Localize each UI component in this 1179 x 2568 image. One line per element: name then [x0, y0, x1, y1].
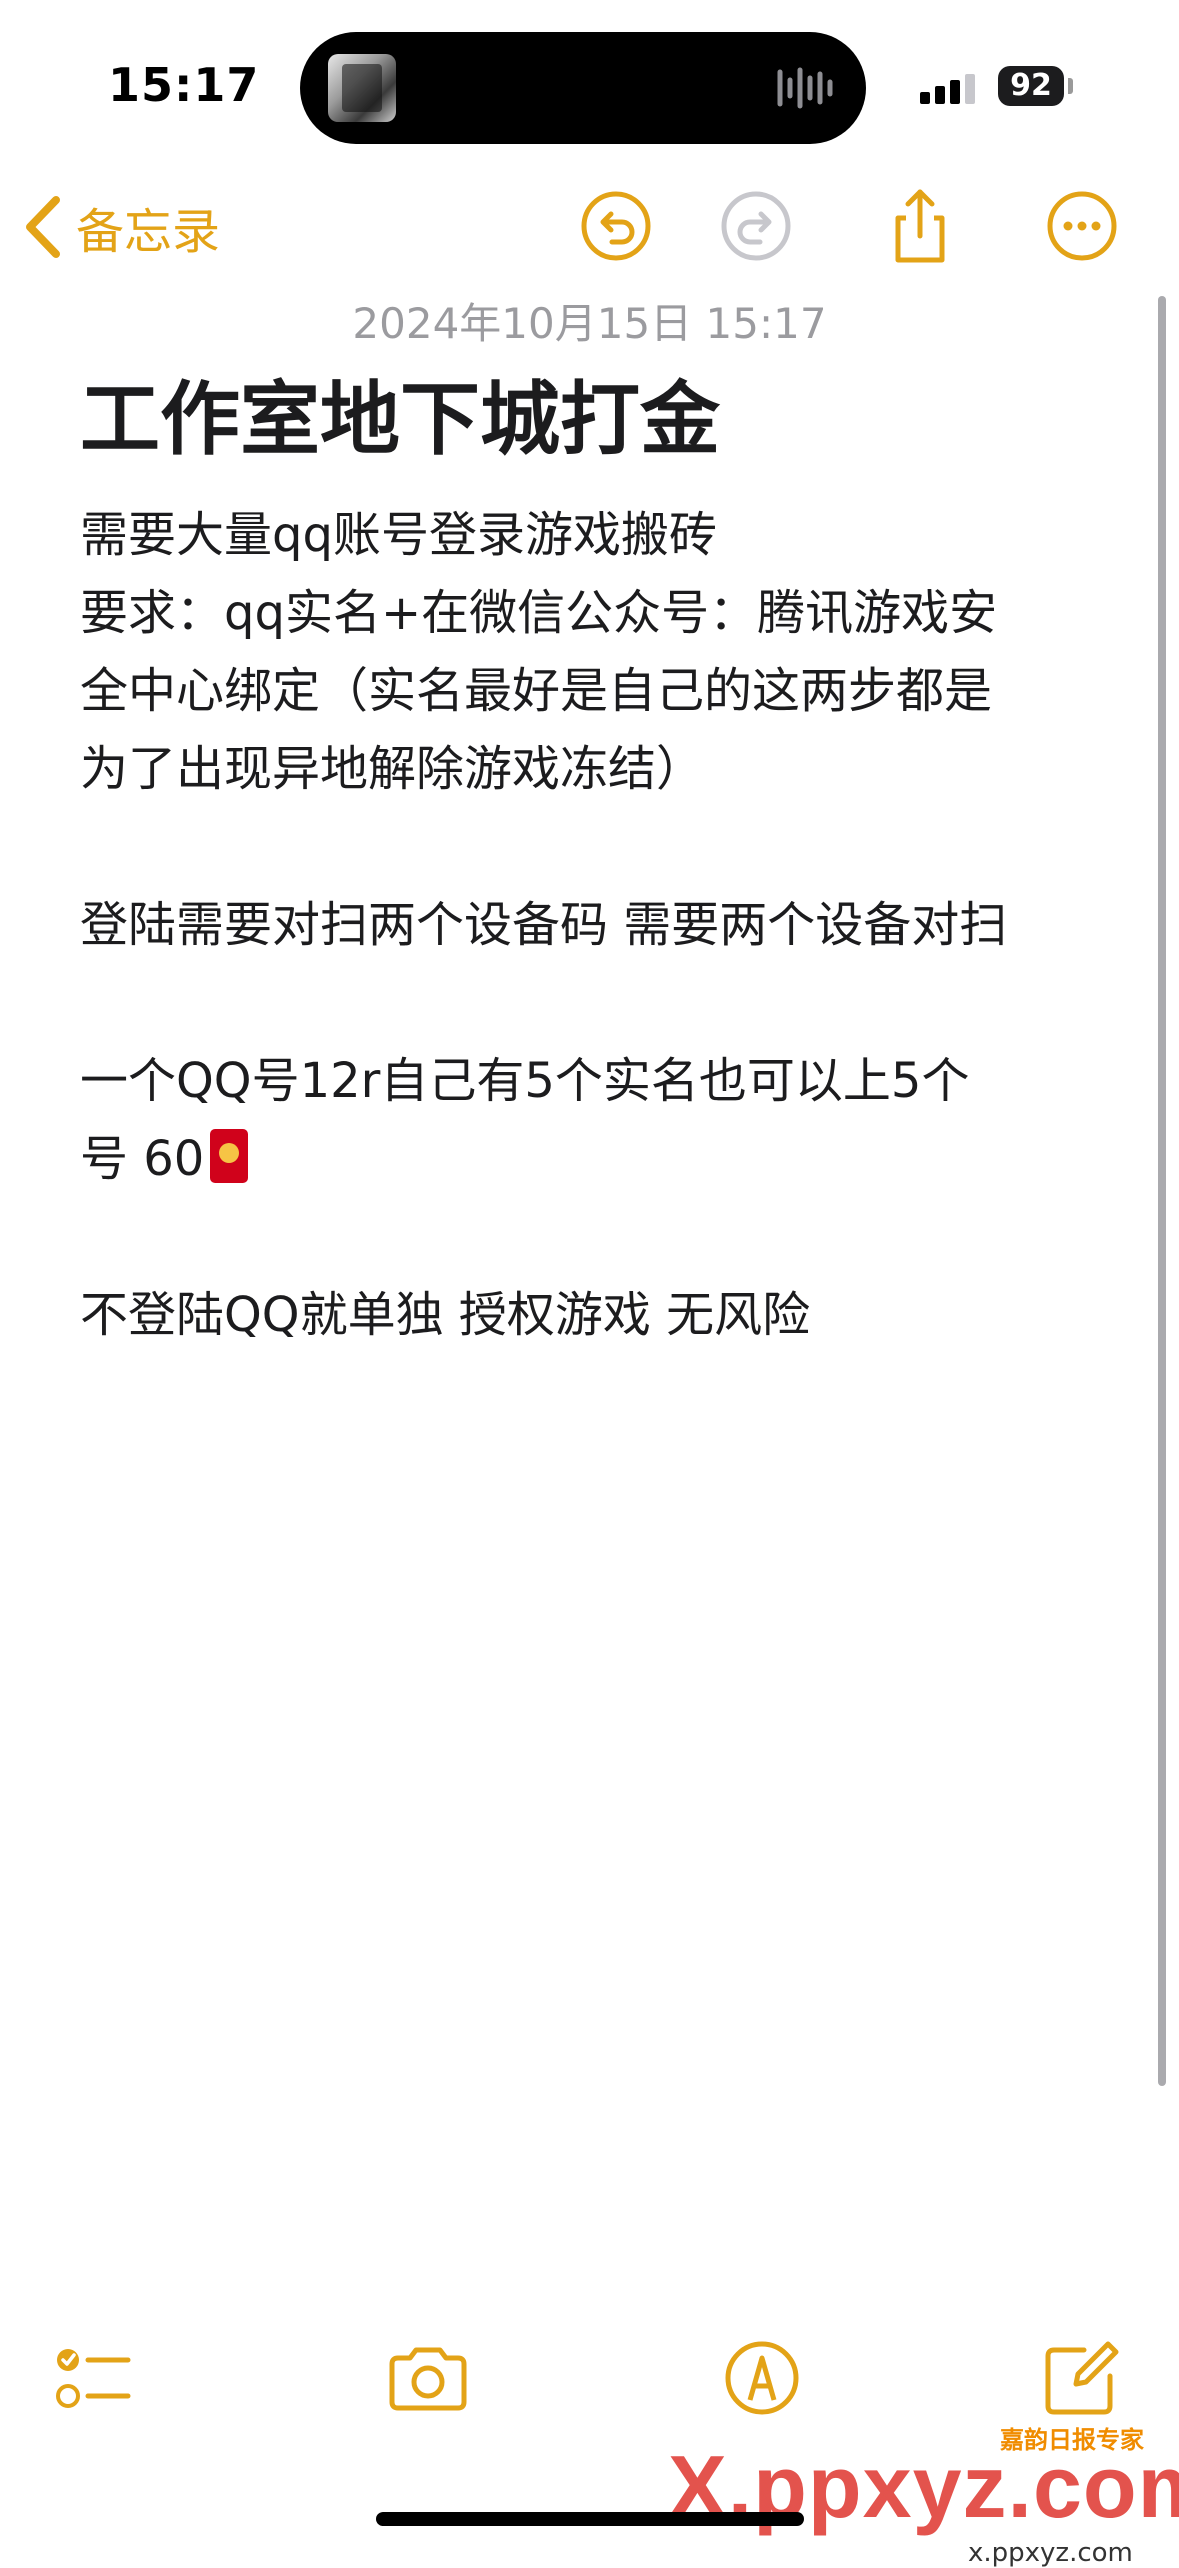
back-button[interactable]: 备忘录 [22, 190, 220, 264]
note-line: 全中心绑定（实名最好是自己的这两步都是 [80, 663, 993, 719]
now-playing-art-icon [328, 54, 396, 122]
camera-icon[interactable] [386, 2336, 470, 2420]
note-date: 2024年10月15日 15:17 [352, 299, 827, 348]
undo-icon[interactable] [578, 188, 654, 264]
battery-tip [1068, 78, 1073, 94]
redo-icon[interactable] [718, 188, 794, 264]
scrollbar[interactable] [1158, 296, 1166, 2086]
note-line: 一个QQ号12r自己有5个实名也可以上5个 [80, 1053, 970, 1109]
markup-pen-icon[interactable] [720, 2336, 804, 2420]
dynamic-island[interactable] [300, 32, 866, 144]
note-line: 号 60 [80, 1131, 205, 1187]
cellular-signal-icon [920, 74, 975, 104]
note-title[interactable]: 工作室地下城打金 [80, 370, 720, 470]
note-line: 需要大量qq账号登录游戏搬砖 [80, 507, 717, 563]
note-line-with-emoji: 号 60 [80, 1120, 1100, 1198]
note-body[interactable]: 需要大量qq账号登录游戏搬砖 要求：qq实名+在微信公众号：腾讯游戏安 全中心绑… [80, 496, 1100, 1354]
note-line: 为了出现异地解除游戏冻结） [80, 741, 705, 797]
note-line: 不登陆QQ就单独 授权游戏 无风险 [80, 1287, 811, 1343]
audio-waveform-icon [777, 67, 833, 109]
note-line: 要求：qq实名+在微信公众号：腾讯游戏安 [80, 585, 998, 641]
battery-level: 92 [1010, 68, 1052, 103]
watermark-badge: 嘉韵日报专家 [994, 2420, 1150, 2455]
compose-icon[interactable] [1040, 2336, 1124, 2420]
home-indicator[interactable] [376, 2512, 804, 2526]
battery-icon: 92 [998, 66, 1064, 106]
more-icon[interactable] [1044, 188, 1120, 264]
chevron-left-icon [26, 196, 60, 258]
back-label: 备忘录 [76, 204, 221, 260]
note-line: 登陆需要对扫两个设备码 需要两个设备对扫 [80, 897, 1008, 953]
checklist-icon[interactable] [52, 2336, 136, 2420]
status-time: 15:17 [108, 58, 260, 112]
watermark-sub: x.ppxyz.com [968, 2538, 1133, 2568]
red-envelope-icon [210, 1129, 249, 1183]
share-icon[interactable] [882, 188, 958, 264]
